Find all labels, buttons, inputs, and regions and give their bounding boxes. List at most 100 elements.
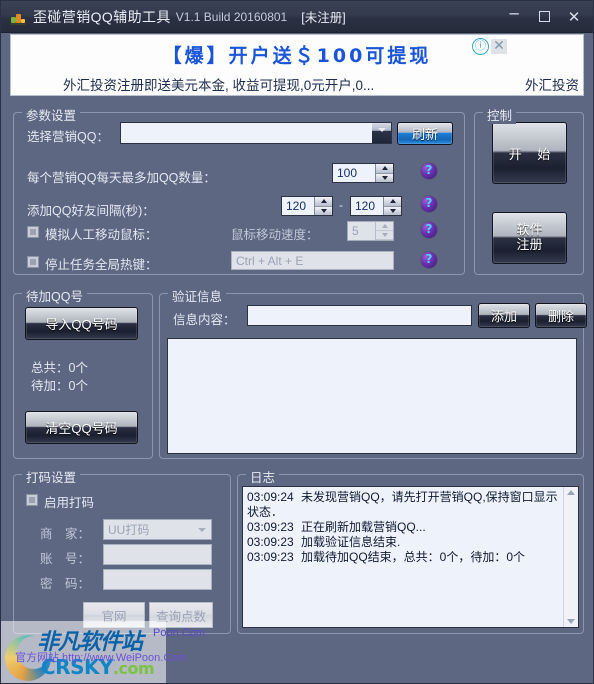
start-button[interactable]: 开 始 (492, 122, 567, 184)
ad-controls: ⓘ ✕ (472, 38, 507, 55)
scroll-up-icon[interactable] (567, 490, 575, 495)
account-label: 账 号： (40, 552, 91, 566)
enable-captcha-checkbox[interactable] (26, 494, 38, 506)
spinner-down-icon (384, 206, 401, 215)
log-entries: 03:09:24 未发现营销QQ，请先打开营销QQ,保持窗口显示状态． 03:09… (247, 490, 562, 565)
import-qq-button[interactable]: 导入QQ号码 (25, 307, 138, 340)
help-icon-max-per-day[interactable]: ? (421, 163, 437, 179)
simulate-mouse-checkbox[interactable] (27, 226, 39, 238)
max-per-day-spinner[interactable]: 100 (332, 163, 394, 183)
hotkey-value: Ctrl + Alt + E (236, 253, 304, 268)
verify-info-title: 验证信息 (168, 286, 227, 305)
log-panel[interactable]: 03:09:24 未发现营销QQ，请先打开营销QQ,保持窗口显示状态． 03:09… (242, 486, 579, 628)
chevron-down-icon[interactable] (372, 123, 391, 143)
refresh-button[interactable]: 刷新 (397, 122, 453, 145)
delete-button[interactable]: 删除 (535, 303, 587, 328)
log-text: 加载待加QQ结束，总共：0个，待加：0个 (301, 550, 526, 564)
max-per-day-label: 每个营销QQ每天最多加QQ数量： (27, 171, 216, 185)
pending-qq-group: 待加QQ号 导入QQ号码 总共：0个 待加：0个 清空QQ号码 (13, 286, 153, 459)
software-register-button[interactable]: 软件 注册 (492, 212, 567, 264)
window-title: 歪碰营销QQ辅助工具 (33, 8, 171, 25)
spinner-up-icon (376, 164, 393, 174)
parameter-settings-group: 参数设置 选择营销QQ： 刷新 每个营销QQ每天最多加QQ数量： 100 ? 添… (13, 105, 465, 275)
enable-captcha-label: 启用打码 (44, 496, 95, 510)
log-time: 03:09:23 (247, 535, 294, 549)
clear-qq-button[interactable]: 清空QQ号码 (25, 411, 138, 444)
spinner-buttons[interactable] (383, 197, 401, 215)
interval-label: 添加QQ好友间隔(秒)： (27, 204, 155, 218)
total-count-label: 总共：0个 (31, 361, 88, 375)
help-icon-hotkey[interactable]: ? (421, 252, 437, 268)
hotkey-label: 停止任务全局热键： (45, 258, 158, 272)
spinner-up-icon (376, 222, 393, 231)
crsky-logo-icon (5, 635, 51, 681)
spinner-up-icon (315, 197, 332, 207)
info-icon[interactable]: ⓘ (472, 38, 489, 55)
help-icon-interval[interactable]: ? (421, 196, 437, 212)
watermark-url-right: Poon.Com (153, 627, 205, 639)
verify-info-group: 验证信息 信息内容： 添加 删除 (159, 286, 587, 459)
log-scrollbar[interactable] (563, 487, 578, 627)
mouse-speed-label: 鼠标移动速度： (231, 228, 319, 242)
maximize-icon[interactable] (529, 1, 559, 32)
registration-status: [未注册] (301, 11, 346, 25)
spinner-down-icon (315, 206, 332, 215)
content-input[interactable] (247, 305, 472, 326)
vendor-label: 商 家： (40, 527, 91, 541)
ad-subline: 外汇投资注册即送美元本金, 收益可提现,0元开户,0... (63, 78, 375, 93)
captcha-settings-title: 打码设置 (22, 467, 81, 486)
scroll-down-icon[interactable] (567, 619, 575, 624)
select-qq-combobox[interactable] (120, 122, 392, 144)
application-window: 歪碰营销QQ辅助工具 V1.1 Build 20160801 [未注册] ─ ✕… (0, 0, 594, 684)
password-label: 密 码： (40, 577, 91, 591)
interval-min-spinner[interactable]: 120 (281, 196, 333, 216)
interval-max-spinner[interactable]: 120 (350, 196, 402, 216)
spinner-down-icon (376, 231, 393, 240)
minimize-icon[interactable]: ─ (499, 0, 529, 35)
select-qq-label: 选择营销QQ： (27, 130, 109, 144)
ad-close-icon[interactable]: ✕ (491, 39, 507, 54)
verify-info-list[interactable] (167, 338, 577, 454)
captcha-settings-group: 打码设置 启用打码 商 家： UU打码 账 号： 密 码： 官网 查询点数 (13, 467, 231, 634)
content-label: 信息内容： (173, 313, 236, 327)
control-group-title: 控制 (483, 105, 517, 124)
close-icon[interactable]: ✕ (559, 1, 593, 32)
chevron-down-icon (192, 520, 211, 539)
spinner-up-icon (384, 197, 401, 207)
control-group: 控制 开 始 软件 注册 (474, 105, 584, 275)
title-bar: 歪碰营销QQ辅助工具 V1.1 Build 20160801 [未注册] ─ ✕ (1, 1, 593, 33)
hotkey-input: Ctrl + Alt + E (231, 251, 394, 270)
log-time: 03:09:23 (247, 550, 294, 564)
help-icon-mouse-speed[interactable]: ? (421, 222, 437, 238)
log-entry: 03:09:23 正在刷新加载营销QQ... (247, 520, 562, 535)
log-time: 03:09:24 (247, 490, 294, 504)
vendor-combobox: UU打码 (103, 519, 212, 540)
window-controls: ─ ✕ (499, 1, 593, 32)
spinner-down-icon (376, 173, 393, 182)
vendor-value: UU打码 (108, 523, 150, 537)
query-points-button: 查询点数 (149, 602, 213, 628)
mouse-speed-spinner: 5 (347, 221, 394, 241)
watermark-url: 官方网站 http://www.WeiPoon.Com (15, 652, 187, 664)
window-version: V1.1 Build 20160801 (175, 9, 288, 24)
log-entry: 03:09:24 未发现营销QQ，请先打开营销QQ,保持窗口显示状态． (247, 490, 562, 520)
account-input (103, 544, 212, 565)
interval-separator: - (339, 198, 343, 212)
log-entry: 03:09:23 加载验证信息结束. (247, 535, 562, 550)
advertisement-banner[interactable]: 【爆】开户送＄100可提现 外汇投资注册即送美元本金, 收益可提现,0元开户,0… (10, 34, 584, 96)
spinner-buttons (375, 222, 393, 240)
log-group: 日志 03:09:24 未发现营销QQ，请先打开营销QQ,保持窗口显示状态． 03… (237, 467, 584, 634)
log-group-title: 日志 (246, 467, 280, 486)
log-time: 03:09:23 (247, 520, 294, 534)
add-button[interactable]: 添加 (478, 303, 530, 328)
pending-count-label: 待加：0个 (31, 379, 88, 393)
mouse-speed-value: 5 (352, 224, 359, 238)
spinner-buttons[interactable] (375, 164, 393, 182)
spinner-buttons[interactable] (314, 197, 332, 215)
hotkey-checkbox[interactable] (27, 256, 39, 268)
password-input (103, 569, 212, 590)
interval-max-value: 120 (355, 199, 376, 213)
log-text: 加载验证信息结束. (301, 535, 401, 549)
simulate-mouse-label: 模拟人工移动鼠标： (45, 228, 158, 242)
official-site-button: 官网 (83, 602, 145, 628)
